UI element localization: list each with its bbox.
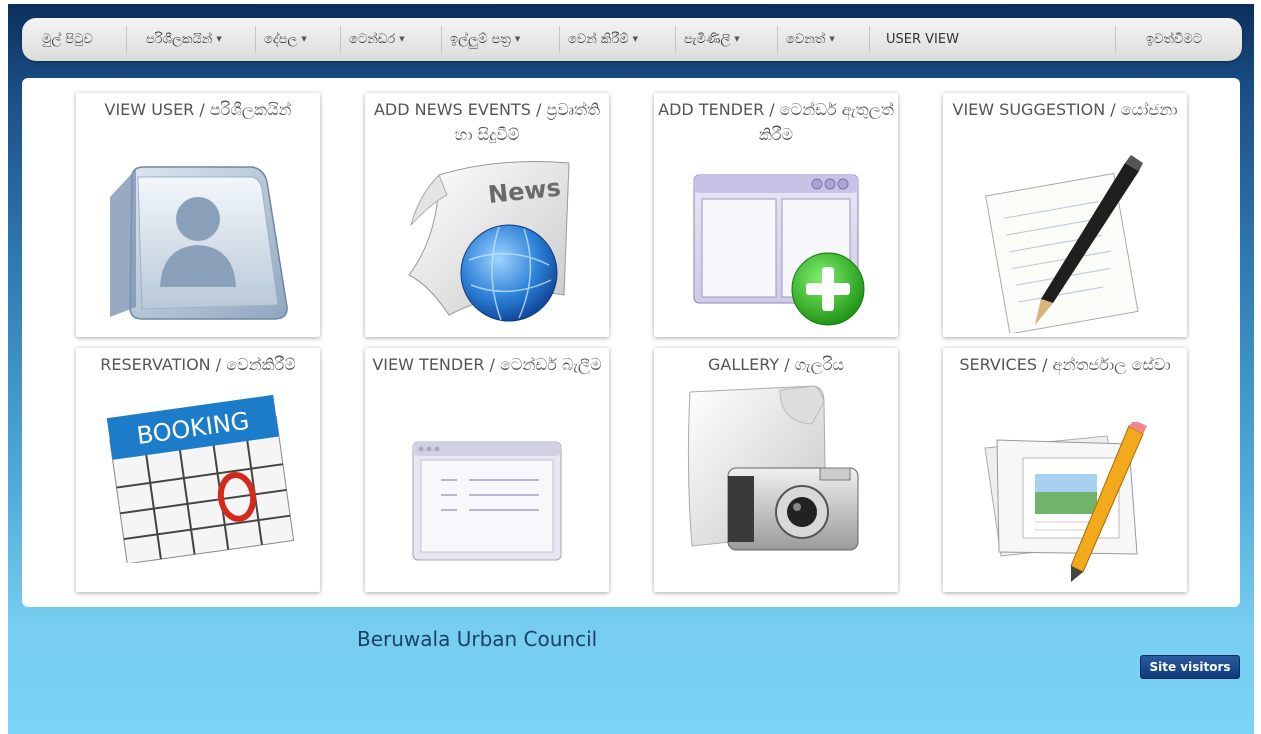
tile-view-suggestion[interactable]: VIEW SUGGESTION / යෝජනා: [943, 93, 1187, 337]
nav-complaints[interactable]: පැමිණිලි ▼: [684, 18, 740, 61]
main-navbar: මුල් පිටුව පරිශීලකයින් ▼ දේපල ▼ ටෙන්ඩර ▼ ඉල…: [22, 18, 1242, 61]
chevron-down-icon: ▼: [514, 35, 521, 43]
chevron-down-icon: ▼: [734, 35, 740, 43]
nav-applications[interactable]: ඉල්ලුම් පත්‍ර ▼: [450, 18, 520, 61]
chevron-down-icon: ▼: [399, 35, 405, 43]
dashboard-panel: VIEW USER / පරිශීලකයින් ADD NEWS EVENTS …: [22, 78, 1240, 607]
nav-logout[interactable]: ඉවත්වීමට: [1146, 18, 1202, 61]
nav-divider: [126, 26, 127, 53]
nav-property[interactable]: දේපල ▼: [264, 18, 307, 61]
nav-applications-label: ඉල්ලුම් පත්‍ර: [450, 32, 511, 47]
nav-divider: [675, 26, 676, 53]
nav-users[interactable]: පරිශීලකයින් ▼: [146, 18, 222, 61]
chevron-down-icon: ▼: [301, 35, 307, 43]
nav-complaints-label: පැමිණිලි: [684, 32, 731, 47]
nav-user-view-label: USER VIEW: [886, 32, 959, 47]
booking-calendar-icon: BOOKING: [106, 394, 294, 563]
nav-tender-label: ටෙන්ඩර: [349, 32, 396, 47]
tile-reservation[interactable]: RESERVATION / වෙන්කිරීම් BOOKING: [76, 348, 320, 592]
tile-add-tender[interactable]: ADD TENDER / ටෙන්ඩර් ඇතුලත් කිරීම: [654, 93, 898, 337]
nav-divider: [1115, 26, 1116, 53]
document-pen-icon: [985, 155, 1143, 333]
nav-users-label: පරිශීලකයින්: [146, 32, 213, 47]
nav-tender[interactable]: ටෙන්ඩර ▼: [349, 18, 405, 61]
nav-divider: [559, 26, 560, 53]
nav-home-label: මුල් පිටුව: [42, 32, 93, 47]
nav-divider: [255, 26, 256, 53]
site-visitors-button[interactable]: Site visitors: [1140, 655, 1240, 679]
nav-property-label: දේපල: [264, 32, 298, 47]
user-book-icon: [110, 166, 288, 320]
camera-icon: [687, 385, 859, 551]
tile-gallery[interactable]: GALLERY / ගැලරිය: [654, 348, 898, 592]
tile-title: ADD NEWS EVENTS / ප්‍රවෘත්ති හා සිදුවීම්: [373, 100, 601, 144]
chevron-down-icon: ▼: [632, 35, 639, 43]
tile-view-tender[interactable]: VIEW TENDER / ටෙන්ඩර් බැලීම: [365, 348, 609, 592]
nav-reservations[interactable]: වෙන් කිරීම් ▼: [568, 18, 638, 61]
news-globe-icon: News: [408, 161, 570, 322]
tile-title: GALLERY / ගැලරිය: [708, 355, 844, 374]
tile-title: ADD TENDER / ටෙන්ඩර් ඇතුලත් කිරීම: [658, 100, 894, 144]
nav-divider: [441, 26, 442, 53]
tile-title: RESERVATION / වෙන්කිරීම්: [100, 355, 296, 374]
tile-title: VIEW USER / පරිශීලකයින්: [104, 100, 292, 119]
window-add-icon: [693, 174, 865, 326]
nav-divider: [777, 26, 778, 53]
nav-divider: [340, 26, 341, 53]
tile-title: VIEW TENDER / ටෙන්ඩර් බැලීම: [372, 355, 602, 374]
nav-user-view[interactable]: USER VIEW: [886, 18, 959, 61]
nav-home[interactable]: මුල් පිටුව: [42, 18, 93, 61]
nav-reservations-label: වෙන් කිරීම්: [568, 32, 629, 47]
nav-logout-label: ඉවත්වීමට: [1146, 32, 1203, 47]
chevron-down-icon: ▼: [829, 35, 835, 43]
tile-title: VIEW SUGGESTION / යෝජනා: [952, 100, 1178, 119]
tile-title: SERVICES / අන්තර්ජාල සේවා: [959, 355, 1171, 374]
chevron-down-icon: ▼: [216, 35, 222, 43]
tile-services[interactable]: SERVICES / අන්තර්ජාල සේවා: [943, 348, 1187, 592]
tile-add-news-events[interactable]: ADD NEWS EVENTS / ප්‍රවෘත්ති හා සිදුවීම්…: [365, 93, 609, 337]
nav-other-label: වෙනත්: [786, 32, 826, 47]
nav-divider: [869, 26, 870, 53]
window-list-icon: [412, 441, 562, 561]
tile-view-user[interactable]: VIEW USER / පරිශීලකයින්: [76, 93, 320, 337]
nav-other[interactable]: වෙනත් ▼: [786, 18, 835, 61]
papers-pencil-icon: [984, 422, 1147, 582]
council-name: Beruwala Urban Council: [357, 627, 598, 651]
